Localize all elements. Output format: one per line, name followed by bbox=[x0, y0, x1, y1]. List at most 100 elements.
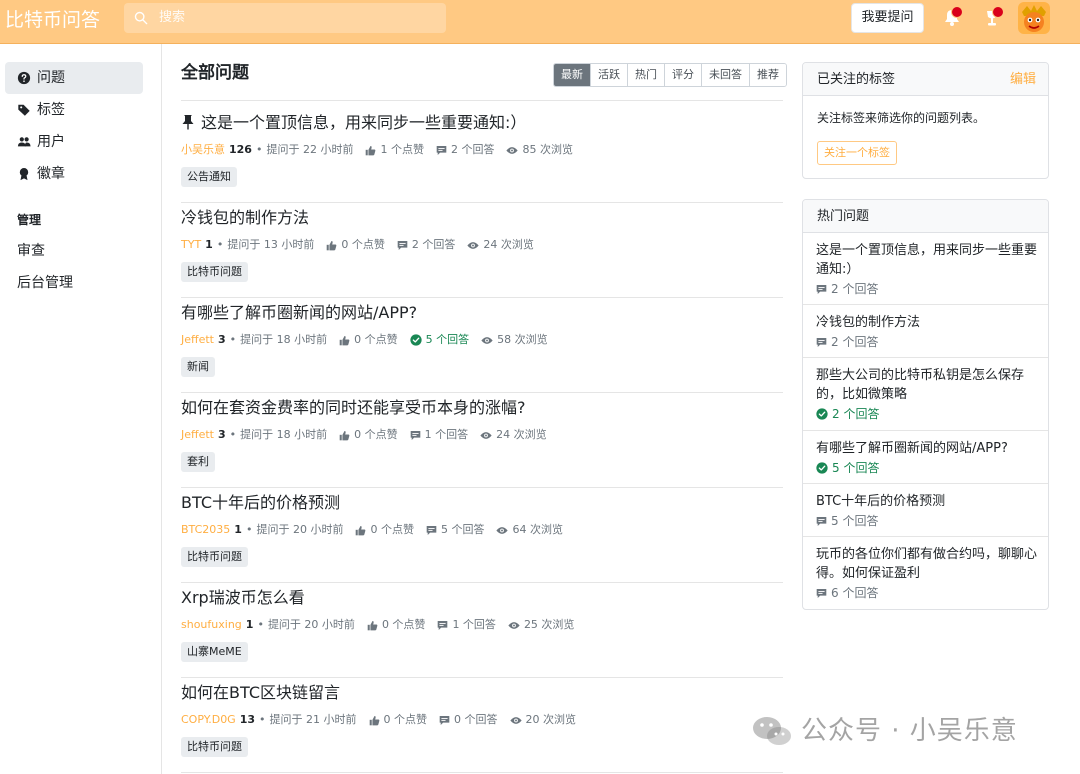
hot-question-item[interactable]: 冷钱包的制作方法 2 个回答 bbox=[803, 304, 1048, 357]
sidebar-item-badges[interactable]: 徽章 bbox=[5, 158, 143, 190]
answer-count-text: 2 个回答 bbox=[411, 238, 456, 251]
answer-count-text: 5 个回答 bbox=[425, 333, 470, 346]
author-link[interactable]: Jeffett bbox=[181, 332, 214, 348]
list-divider bbox=[181, 100, 783, 101]
question-title[interactable]: BTC十年后的价格预测 bbox=[181, 492, 340, 514]
question-tag[interactable]: 比特币问题 bbox=[181, 737, 248, 757]
author-link[interactable]: TYT bbox=[181, 237, 201, 253]
hot-question-item[interactable]: 这是一个置顶信息，用来同步一些重要通知:） 2 个回答 bbox=[803, 233, 1048, 304]
view-count-text: 25 次浏览 bbox=[523, 618, 575, 631]
question-meta: 小吴乐意 126 • 提问于 22 小时前 1 个点赞 2 个回答 85 次浏览 bbox=[181, 142, 573, 158]
meta-separator: • bbox=[257, 618, 264, 631]
list-divider bbox=[181, 582, 783, 583]
hot-question-title[interactable]: 那些大公司的比特币私钥是怎么保存的，比如微策略 bbox=[816, 366, 1041, 404]
author-reputation: 1 bbox=[234, 523, 242, 536]
award-icon bbox=[19, 168, 29, 181]
filter-recommended-button[interactable]: 推荐 bbox=[750, 64, 786, 86]
author-link[interactable]: Jeffett bbox=[181, 427, 214, 443]
author-link[interactable]: shoufuxing bbox=[181, 617, 242, 633]
asked-time: 提问于 18 小时前 bbox=[240, 333, 328, 346]
question-title[interactable]: 如何在BTC区块链留言 bbox=[181, 682, 340, 704]
view-count-text: 64 次浏览 bbox=[512, 523, 563, 536]
question-title[interactable]: 冷钱包的制作方法 bbox=[181, 207, 309, 229]
follow-tag-button[interactable]: 关注一个标签 bbox=[817, 141, 897, 165]
search-box[interactable]: 搜索 bbox=[124, 3, 446, 33]
question-title[interactable]: 这是一个置顶信息，用来同步一些重要通知:） bbox=[181, 112, 526, 134]
answer-icon bbox=[426, 525, 437, 535]
author-link[interactable]: 小吴乐意 bbox=[181, 142, 225, 158]
sidebar-item-users[interactable]: 用户 bbox=[5, 126, 143, 158]
views-eye-icon bbox=[481, 336, 493, 344]
ask-question-button[interactable]: 我要提问 bbox=[851, 3, 924, 33]
question-meta: Jeffett 3 • 提问于 18 小时前 0 个点赞 5 个回答 58 次浏览 bbox=[181, 332, 548, 348]
author-link[interactable]: COPY.D0G bbox=[181, 712, 236, 728]
vote-count-text: 0 个点赞 bbox=[341, 238, 385, 251]
question-title-text: 如何在套资金费率的同时还能享受币本身的涨幅? bbox=[181, 398, 526, 417]
sidebar-link-admin[interactable]: 后台管理 bbox=[17, 274, 73, 292]
hot-question-item[interactable]: BTC十年后的价格预测 5 个回答 bbox=[803, 483, 1048, 536]
filter-unanswered-button[interactable]: 未回答 bbox=[702, 64, 750, 86]
hot-answer-count-text: 5 个回答 bbox=[832, 461, 880, 475]
hot-question-item[interactable]: 玩币的各位你们都有做合约吗，聊聊心得。如何保证盈利 6 个回答 bbox=[803, 536, 1048, 606]
achievement-trophy-icon[interactable] bbox=[980, 5, 1004, 29]
question-tag[interactable]: 新闻 bbox=[181, 357, 215, 377]
notification-bell-icon[interactable] bbox=[940, 5, 964, 29]
search-placeholder: 搜索 bbox=[159, 10, 186, 25]
users-icon bbox=[17, 137, 31, 147]
question-tag[interactable]: 套利 bbox=[181, 452, 215, 472]
hot-questions-card: 热门问题 这是一个置顶信息，用来同步一些重要通知:） 2 个回答 冷钱包的制作方法 2… bbox=[802, 199, 1049, 610]
hot-question-title[interactable]: 有哪些了解币圈新闻的网站/APP? bbox=[816, 439, 1041, 458]
site-brand[interactable]: 比特币问答 bbox=[5, 8, 100, 32]
sidebar-item-questions[interactable]: 问题 bbox=[5, 62, 143, 94]
question-tag[interactable]: 比特币问题 bbox=[181, 262, 248, 282]
view-count: 24 次浏览 bbox=[467, 237, 534, 253]
vote-count-text: 0 个点赞 bbox=[354, 428, 398, 441]
question-title[interactable]: 如何在套资金费率的同时还能享受币本身的涨幅? bbox=[181, 397, 526, 419]
hot-answer-count-text: 2 个回答 bbox=[831, 335, 879, 349]
view-count-text: 20 次浏览 bbox=[525, 713, 577, 726]
thumb-up-icon bbox=[366, 145, 376, 155]
hot-question-title[interactable]: 冷钱包的制作方法 bbox=[816, 313, 1041, 332]
author-link[interactable]: BTC2035 bbox=[181, 522, 230, 538]
accepted-check-icon bbox=[410, 334, 422, 346]
filter-active-button[interactable]: 活跃 bbox=[591, 64, 628, 86]
watched-tags-card: 已关注的标签 编辑 关注标签来筛选你的问题列表。 关注一个标签 bbox=[802, 62, 1049, 179]
list-divider bbox=[181, 202, 783, 203]
question-tag[interactable]: 山寨MeME bbox=[181, 642, 248, 662]
hot-question-title[interactable]: BTC十年后的价格预测 bbox=[816, 492, 1041, 511]
user-avatar[interactable] bbox=[1018, 2, 1050, 34]
list-divider bbox=[181, 677, 783, 678]
view-count: 85 次浏览 bbox=[506, 142, 573, 158]
filter-newest-button[interactable]: 最新 bbox=[554, 64, 591, 86]
question-title[interactable]: 有哪些了解币圈新闻的网站/APP? bbox=[181, 302, 417, 324]
vote-count: 0 个点赞 bbox=[339, 332, 398, 348]
author-reputation: 126 bbox=[229, 143, 252, 156]
hot-question-title[interactable]: 这是一个置顶信息，用来同步一些重要通知:） bbox=[816, 241, 1041, 279]
edit-watched-tags-link[interactable]: 编辑 bbox=[1010, 71, 1036, 88]
hot-question-item[interactable]: 有哪些了解币圈新闻的网站/APP? 5 个回答 bbox=[803, 430, 1048, 483]
sidebar-link-review[interactable]: 审查 bbox=[17, 242, 45, 260]
meta-separator: • bbox=[245, 523, 253, 536]
filter-score-button[interactable]: 评分 bbox=[665, 64, 702, 86]
answer-count: 5 个回答 bbox=[410, 332, 470, 348]
views-eye-icon bbox=[508, 621, 520, 629]
view-count: 20 次浏览 bbox=[509, 712, 577, 728]
question-tag[interactable]: 比特币问题 bbox=[181, 547, 248, 567]
thumb-up-icon bbox=[339, 335, 350, 345]
answer-icon bbox=[436, 145, 447, 155]
sidebar-item-label: 标签 bbox=[37, 102, 65, 118]
question-tag[interactable]: 公告通知 bbox=[181, 167, 237, 187]
list-divider bbox=[181, 297, 783, 298]
answer-count: 2 个回答 bbox=[436, 142, 494, 158]
hot-question-item[interactable]: 那些大公司的比特币私钥是怎么保存的，比如微策略 2 个回答 bbox=[803, 357, 1048, 430]
thumb-up-icon bbox=[367, 620, 378, 630]
question-title[interactable]: Xrp瑞波币怎么看 bbox=[181, 587, 305, 609]
sidebar-item-tags[interactable]: 标签 bbox=[5, 94, 143, 126]
pin-icon bbox=[182, 115, 194, 130]
filter-hot-button[interactable]: 热门 bbox=[628, 64, 665, 86]
views-eye-icon bbox=[506, 146, 519, 154]
hot-question-title[interactable]: 玩币的各位你们都有做合约吗，聊聊心得。如何保证盈利 bbox=[816, 545, 1041, 583]
question-title-text: 有哪些了解币圈新闻的网站/APP? bbox=[181, 303, 418, 322]
vote-count: 0 个点赞 bbox=[326, 237, 385, 253]
vote-count-text: 1 个点赞 bbox=[380, 143, 424, 156]
